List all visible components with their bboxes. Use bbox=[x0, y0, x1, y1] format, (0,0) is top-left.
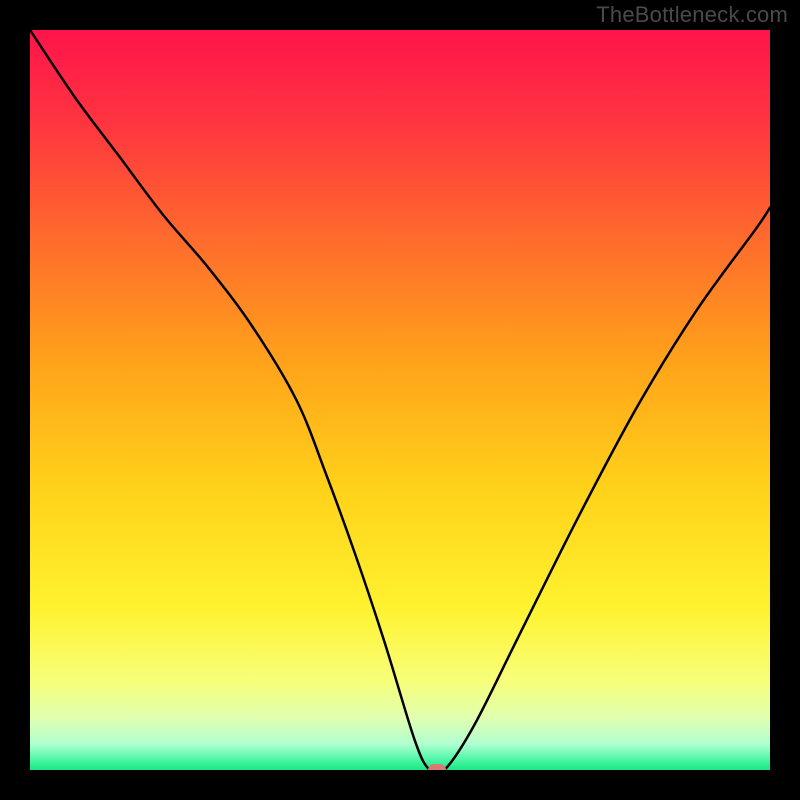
gradient-background bbox=[30, 30, 770, 770]
watermark-text: TheBottleneck.com bbox=[596, 2, 788, 28]
chart-canvas: TheBottleneck.com bbox=[0, 0, 800, 800]
plot-area bbox=[30, 30, 770, 770]
plot-svg bbox=[30, 30, 770, 770]
